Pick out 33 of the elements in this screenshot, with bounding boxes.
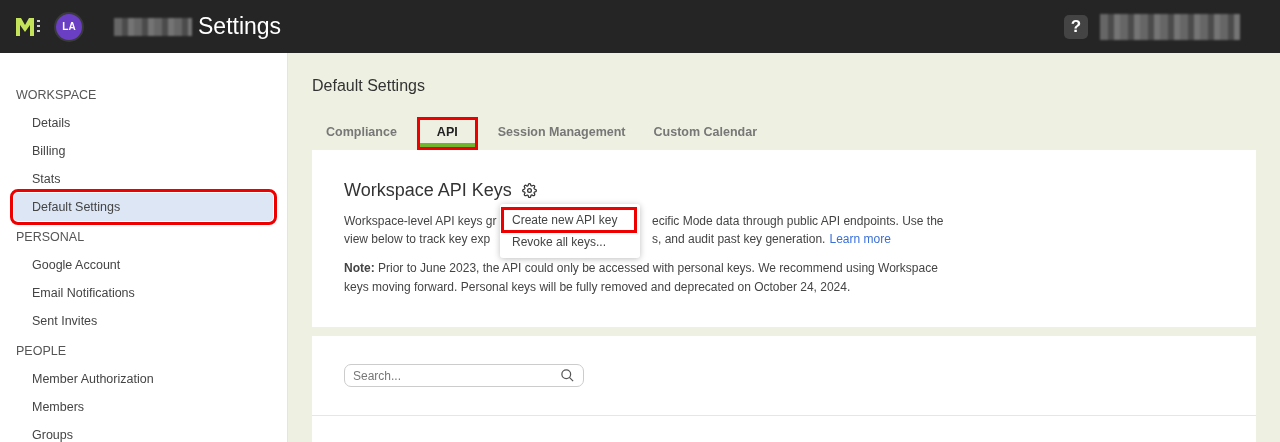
settings-icon[interactable]: [521, 183, 537, 198]
description-text: view below to track key exp: [344, 231, 492, 248]
note-text: Note: Prior to June 2023, the API could only be accessed with personal keys. We recommend using Workspace keys moving forward. Personal keys will be fully removed and deprecated on October 24, 2024.: [344, 260, 939, 296]
tab[interactable]: Compliance: [318, 117, 405, 150]
logo-icon[interactable]: [16, 17, 42, 36]
sidebar-item[interactable]: Stats: [14, 165, 273, 193]
search-icon[interactable]: [560, 368, 575, 383]
tab[interactable]: Session Management: [489, 117, 634, 150]
section-title: Default Settings: [312, 77, 426, 95]
card-title: Workspace API Keys: [344, 180, 512, 201]
sidebar-heading: PERSONAL: [15, 229, 86, 246]
sidebar-heading: WORKSPACE: [15, 87, 98, 104]
tab[interactable]: Custom Calendar: [645, 117, 766, 150]
sidebar-item[interactable]: Details: [14, 109, 273, 137]
learn-more-link[interactable]: Learn more: [829, 230, 891, 248]
sidebar-item[interactable]: Groups: [14, 421, 273, 442]
tab[interactable]: API: [416, 117, 478, 150]
sidebar-item[interactable]: Billing: [14, 137, 273, 165]
help-button[interactable]: ?: [1064, 14, 1088, 39]
description-text: ecific Mode data through public API endpoints. Use the: [652, 213, 944, 230]
search-field[interactable]: Search...: [344, 364, 584, 387]
menu-item[interactable]: Revoke all keys...: [504, 232, 634, 252]
sidebar-item[interactable]: Email Notifications: [14, 279, 273, 307]
sidebar-item[interactable]: Member Authorization: [14, 365, 273, 393]
user-avatar[interactable]: LA: [54, 11, 84, 42]
sidebar-item[interactable]: Google Account: [14, 251, 273, 279]
menu-item[interactable]: Create new API key: [504, 210, 634, 230]
sidebar-item[interactable]: Members: [14, 393, 273, 421]
page-heading: Settings: [198, 13, 282, 40]
description-text: Workspace-level API keys gr: [344, 213, 498, 230]
sidebar-heading: PEOPLE: [15, 343, 68, 360]
sidebar-item[interactable]: Sent Invites: [14, 307, 273, 335]
description-text: s, and audit past key generation.: [652, 231, 826, 248]
